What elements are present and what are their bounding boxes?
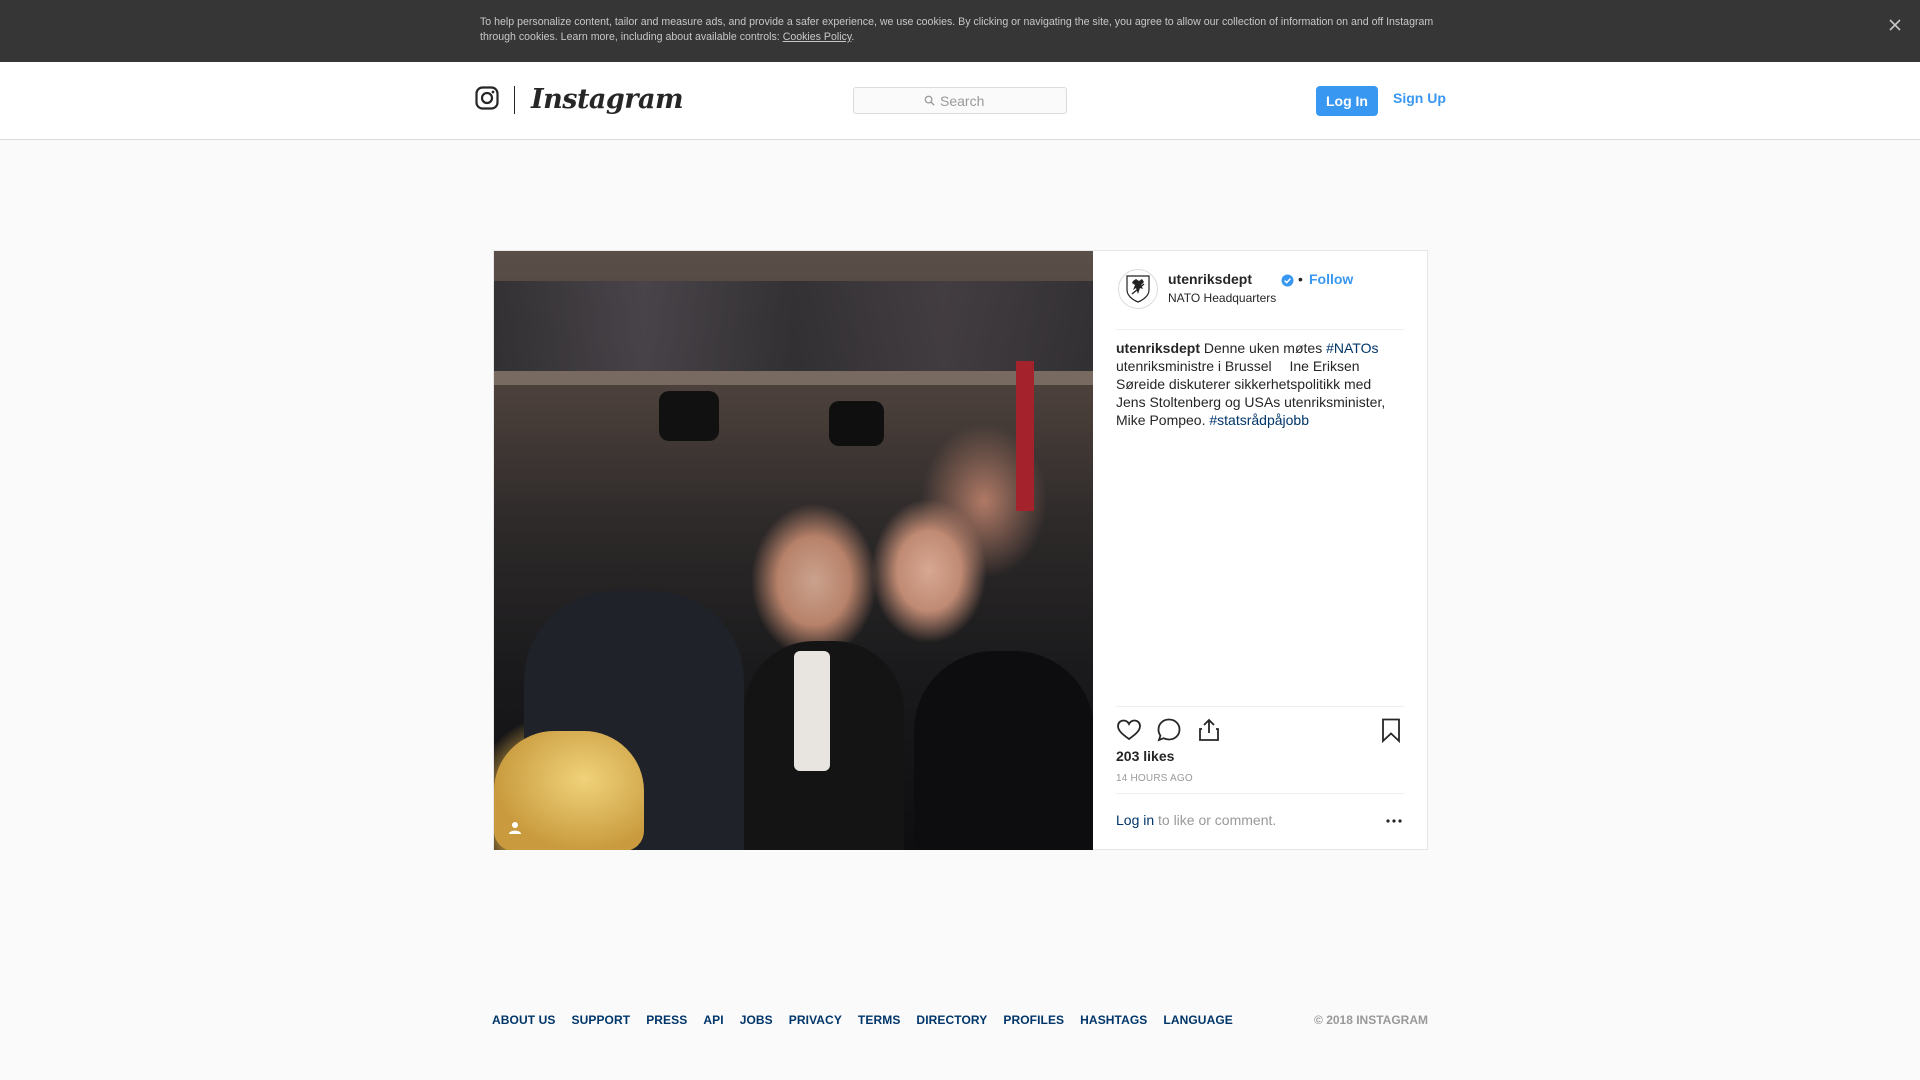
heart-icon[interactable] xyxy=(1116,717,1142,743)
top-navigation: Instagram Log In Sign Up xyxy=(0,62,1920,140)
photo-shirt xyxy=(794,651,830,771)
footer-link-hashtags[interactable]: HASHTAGS xyxy=(1080,1013,1147,1027)
verified-badge-icon xyxy=(1281,274,1294,287)
logo-divider xyxy=(514,86,515,114)
comment-icon[interactable] xyxy=(1156,717,1182,743)
like-count[interactable]: 203 likes xyxy=(1116,748,1174,764)
close-icon[interactable] xyxy=(1886,16,1904,34)
cookie-message: To help personalize content, tailor and … xyxy=(480,16,1434,43)
post-sidebar: utenriksdept • Follow NATO Headquarters … xyxy=(1093,251,1427,849)
footer-link-privacy[interactable]: PRIVACY xyxy=(789,1013,842,1027)
footer-link-language[interactable]: LANGUAGE xyxy=(1163,1013,1232,1027)
photo-camera xyxy=(659,391,719,441)
footer-link-api[interactable]: API xyxy=(703,1013,723,1027)
comment-row: Log in to like or comment. xyxy=(1116,793,1404,850)
photo-conference-table xyxy=(494,371,1093,385)
search-box[interactable] xyxy=(853,87,1067,114)
cookies-policy-link[interactable]: Cookies Policy xyxy=(783,31,852,43)
cookie-banner: To help personalize content, tailor and … xyxy=(0,0,1920,62)
footer-link-profiles[interactable]: PROFILES xyxy=(1003,1013,1064,1027)
avatar[interactable] xyxy=(1118,269,1158,309)
footer-link-directory[interactable]: DIRECTORY xyxy=(916,1013,987,1027)
caption-text: Denne uken møtes xyxy=(1200,340,1327,356)
cookie-suffix: . xyxy=(851,31,855,43)
footer-links: ABOUT US SUPPORT PRESS API JOBS PRIVACY … xyxy=(492,1013,1249,1027)
footer-link-jobs[interactable]: JOBS xyxy=(740,1013,773,1027)
sign-up-link[interactable]: Sign Up xyxy=(1393,90,1446,106)
footer-link-terms[interactable]: TERMS xyxy=(858,1013,901,1027)
footer-link-about-us[interactable]: ABOUT US xyxy=(492,1013,555,1027)
user-tag-icon[interactable] xyxy=(508,821,522,835)
instagram-camera-icon[interactable] xyxy=(475,86,499,110)
instagram-wordmark[interactable]: Instagram xyxy=(531,84,684,115)
caption-username[interactable]: utenriksdept xyxy=(1116,340,1200,356)
post-header: utenriksdept • Follow NATO Headquarters xyxy=(1116,251,1404,330)
photo-background-seats xyxy=(494,281,1093,371)
comment-hint: to like or comment. xyxy=(1158,812,1277,828)
post-photo[interactable] xyxy=(494,251,1093,850)
post-actions xyxy=(1116,706,1404,747)
separator-dot: • xyxy=(1298,271,1303,287)
photo-camera xyxy=(829,401,884,446)
log-in-button[interactable]: Log In xyxy=(1316,86,1378,116)
share-icon[interactable] xyxy=(1196,717,1222,743)
log-in-link[interactable]: Log in xyxy=(1116,812,1154,828)
footer-link-support[interactable]: SUPPORT xyxy=(571,1013,630,1027)
more-options-icon[interactable] xyxy=(1384,816,1404,826)
follow-button[interactable]: Follow xyxy=(1309,271,1353,287)
photo-scarf xyxy=(1016,361,1034,511)
post-location[interactable]: NATO Headquarters xyxy=(1168,291,1276,305)
post-timestamp: 14 HOURS AGO xyxy=(1116,773,1193,784)
norway-coat-of-arms-icon xyxy=(1126,275,1150,303)
bookmark-icon[interactable] xyxy=(1378,717,1404,743)
search-input[interactable] xyxy=(940,92,996,109)
hashtag-link[interactable]: #statsrådpåjobb xyxy=(1209,412,1309,428)
post-card: utenriksdept • Follow NATO Headquarters … xyxy=(493,250,1428,850)
footer: ABOUT US SUPPORT PRESS API JOBS PRIVACY … xyxy=(492,1013,1428,1033)
copyright: © 2018 INSTAGRAM xyxy=(1314,1013,1428,1027)
search-icon xyxy=(924,95,935,106)
post-username[interactable]: utenriksdept xyxy=(1168,271,1252,287)
footer-link-press[interactable]: PRESS xyxy=(646,1013,687,1027)
photo-person xyxy=(914,651,1093,850)
cookie-text: To help personalize content, tailor and … xyxy=(480,15,1440,45)
post-caption: utenriksdept Denne uken møtes #NATOs ute… xyxy=(1116,339,1404,429)
hashtag-link[interactable]: #NATOs xyxy=(1326,340,1378,356)
